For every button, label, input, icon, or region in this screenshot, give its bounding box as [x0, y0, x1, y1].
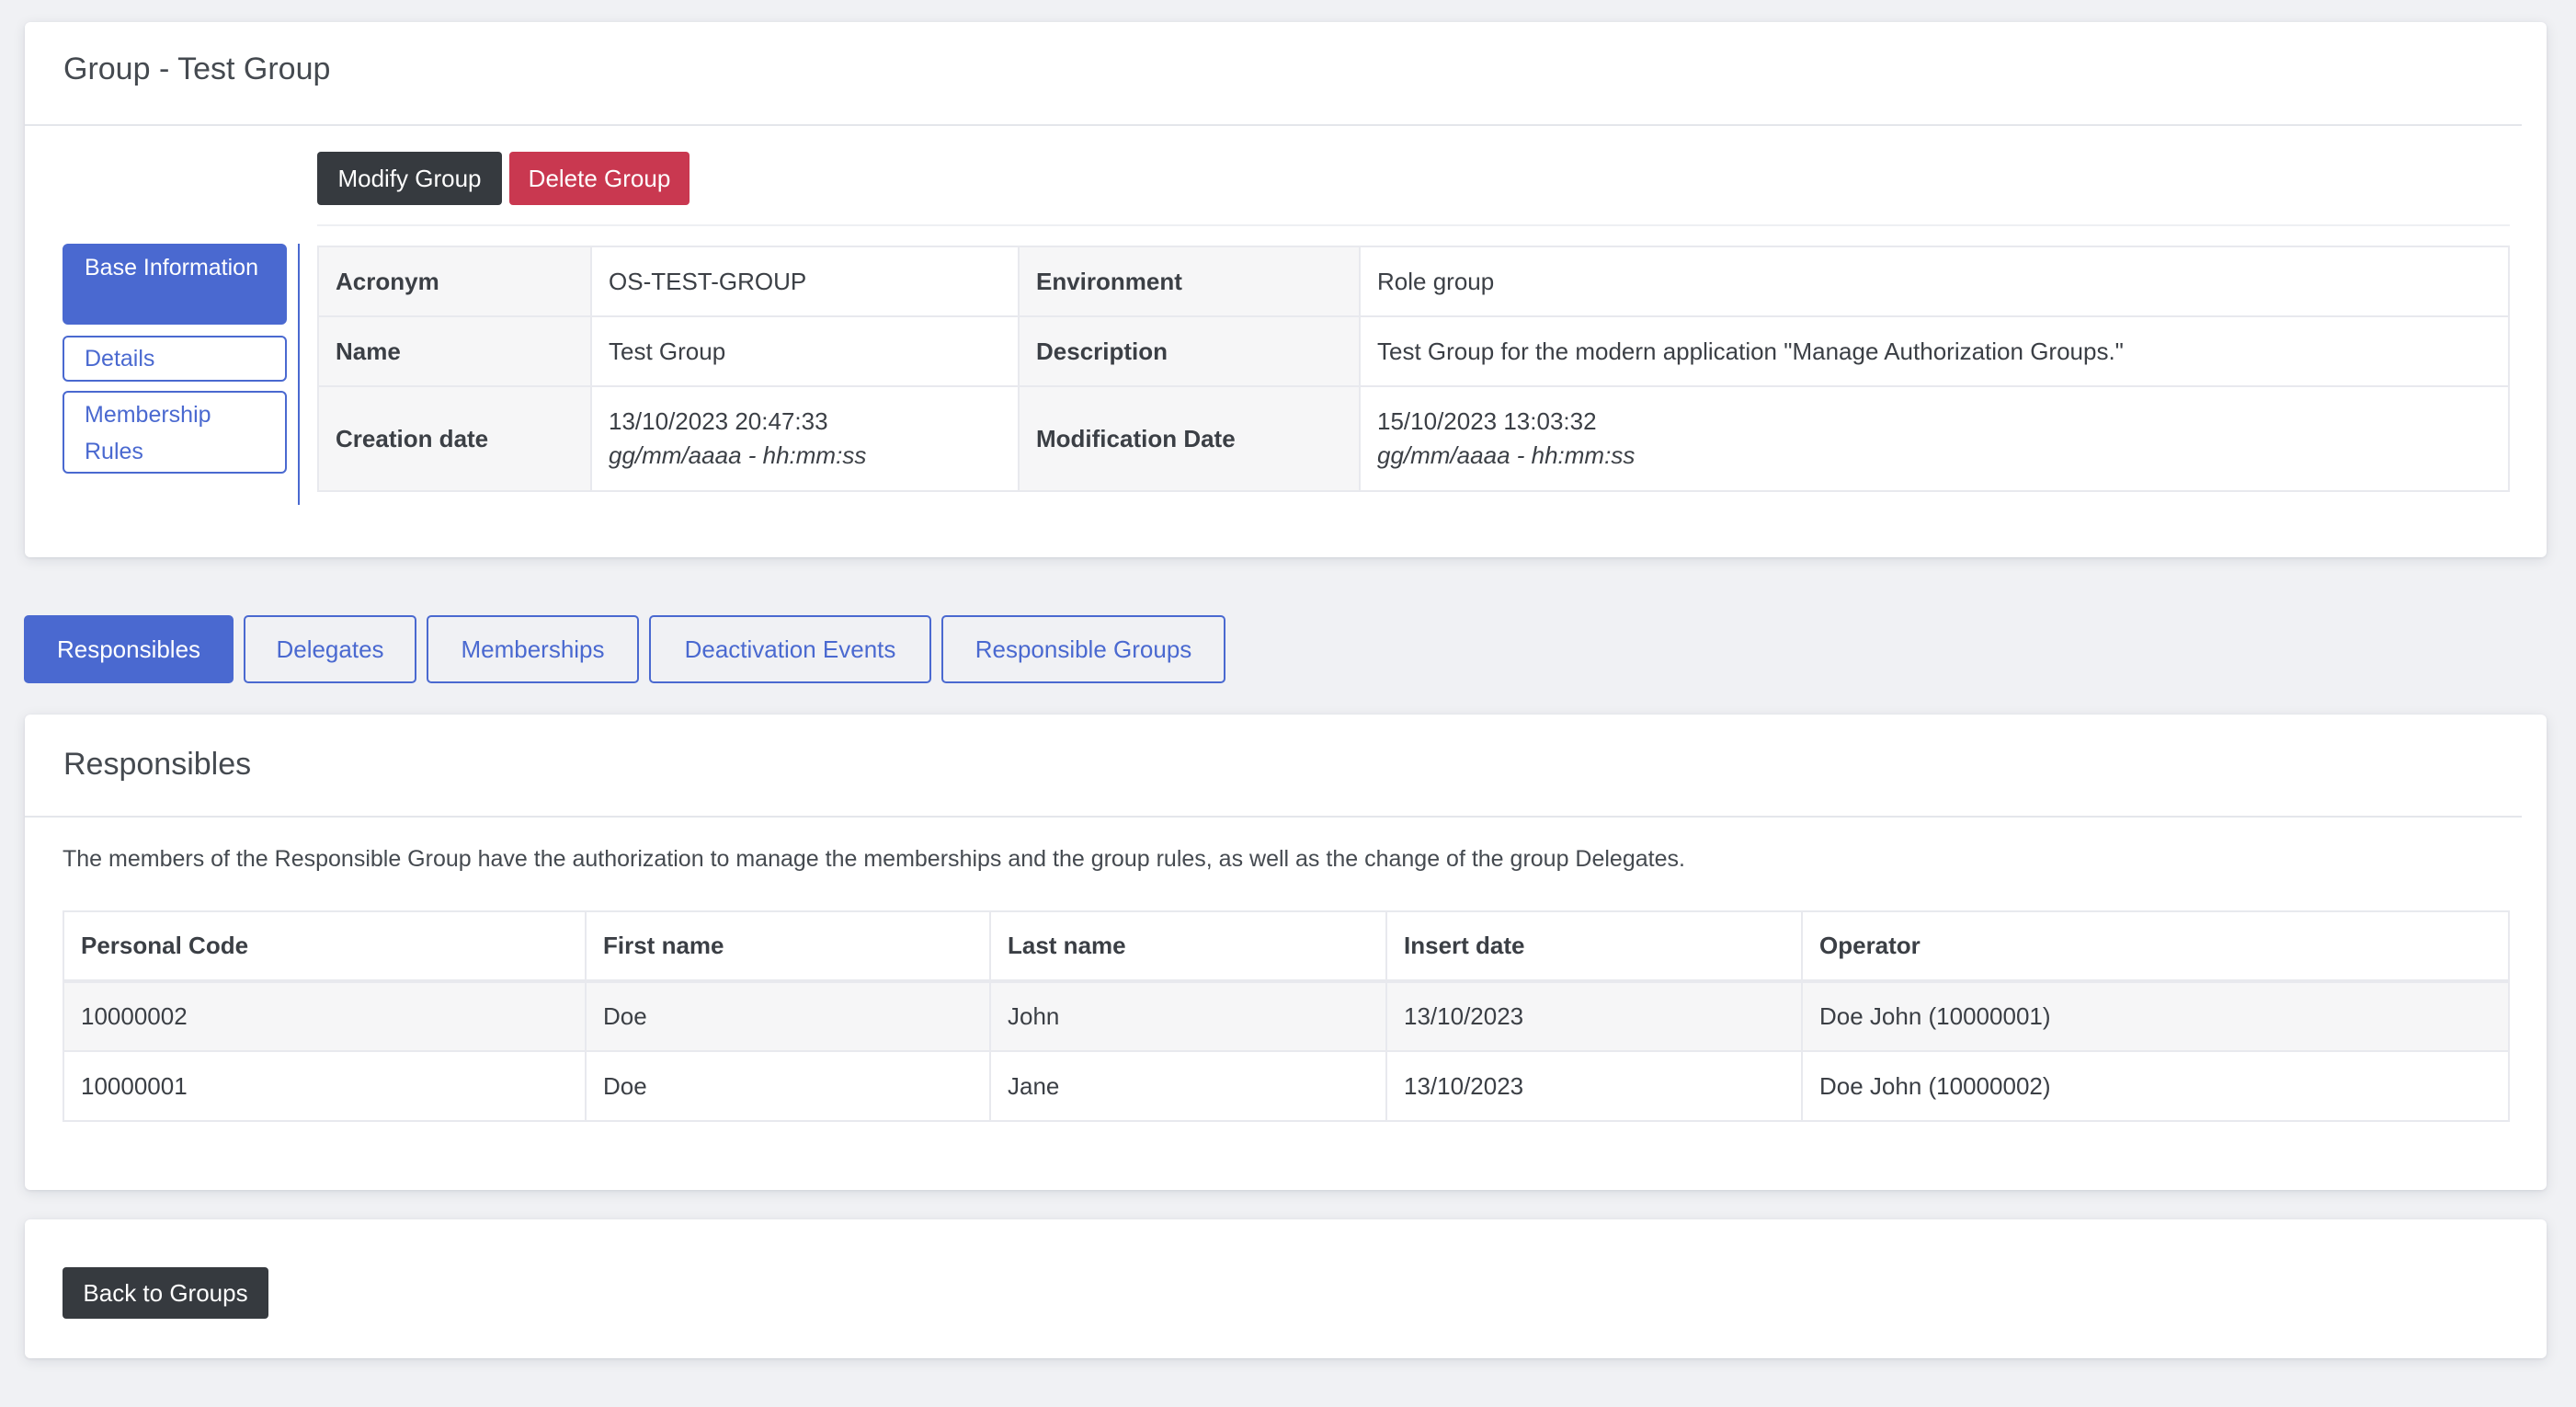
tab-memberships[interactable]: Memberships — [427, 615, 639, 683]
responsibles-title: Responsibles — [63, 747, 252, 782]
table-row: 10000001 Doe Jane 13/10/2023 Doe John (1… — [63, 1050, 2510, 1122]
side-nav-membership-rules[interactable]: Membership Rules — [63, 391, 287, 474]
tab-delegates[interactable]: Delegates — [244, 615, 416, 683]
responsibles-description: The members of the Responsible Group hav… — [63, 846, 1685, 872]
first-name-cell: Doe — [585, 1050, 991, 1122]
modify-group-button[interactable]: Modify Group — [317, 152, 502, 205]
name-value: Test Group — [590, 315, 1020, 387]
last-name-cell: Jane — [989, 1050, 1387, 1122]
modification-date-label: Modification Date — [1018, 385, 1361, 492]
column-header-operator: Operator — [1801, 910, 2510, 982]
responsibles-card: Responsibles The members of the Responsi… — [25, 715, 2547, 1190]
table-row: 10000002 Doe John 13/10/2023 Doe John (1… — [63, 980, 2510, 1052]
personal-code-cell: 10000001 — [63, 1050, 587, 1122]
insert-date-cell: 13/10/2023 — [1385, 1050, 1803, 1122]
page-title: Group - Test Group — [63, 51, 331, 86]
creation-date-label: Creation date — [317, 385, 592, 492]
acronym-value: OS-TEST-GROUP — [590, 246, 1020, 317]
description-label: Description — [1018, 315, 1361, 387]
environment-label: Environment — [1018, 246, 1361, 317]
group-info-table: Acronym OS-TEST-GROUP Environment Role g… — [317, 246, 2510, 492]
info-row: Name Test Group Description Test Group f… — [317, 315, 2510, 387]
operator-cell: Doe John (10000002) — [1801, 1050, 2510, 1122]
modification-date-value: 15/10/2023 13:03:32 — [1377, 407, 1597, 435]
column-header-first-name: First name — [585, 910, 991, 982]
insert-date-cell: 13/10/2023 — [1385, 980, 1803, 1052]
creation-date-value: 13/10/2023 20:47:33 — [609, 407, 828, 435]
first-name-cell: Doe — [585, 980, 991, 1052]
info-row: Creation date 13/10/2023 20:47:33 gg/mm/… — [317, 385, 2510, 492]
creation-date-cell: 13/10/2023 20:47:33 gg/mm/aaaa - hh:mm:s… — [590, 385, 1020, 492]
personal-code-cell: 10000002 — [63, 980, 587, 1052]
table-header-row: Personal Code First name Last name Inser… — [63, 910, 2510, 982]
side-nav-indicator — [298, 244, 300, 505]
tab-responsibles[interactable]: Responsibles — [24, 615, 234, 683]
environment-value: Role group — [1359, 246, 2510, 317]
modification-date-cell: 15/10/2023 13:03:32 gg/mm/aaaa - hh:mm:s… — [1359, 385, 2510, 492]
tab-deactivation-events[interactable]: Deactivation Events — [649, 615, 931, 683]
group-info-card: Group - Test Group Modify Group Delete G… — [25, 22, 2547, 557]
last-name-cell: John — [989, 980, 1387, 1052]
modification-date-format: gg/mm/aaaa - hh:mm:ss — [1377, 441, 1636, 469]
acronym-label: Acronym — [317, 246, 592, 317]
creation-date-format: gg/mm/aaaa - hh:mm:ss — [609, 441, 867, 469]
description-value: Test Group for the modern application "M… — [1359, 315, 2510, 387]
responsibles-table: Personal Code First name Last name Inser… — [63, 910, 2510, 1122]
info-row: Acronym OS-TEST-GROUP Environment Role g… — [317, 246, 2510, 317]
side-nav-base-information[interactable]: Base Information — [63, 244, 287, 325]
column-header-insert-date: Insert date — [1385, 910, 1803, 982]
tab-responsible-groups[interactable]: Responsible Groups — [941, 615, 1225, 683]
operator-cell: Doe John (10000001) — [1801, 980, 2510, 1052]
delete-group-button[interactable]: Delete Group — [509, 152, 690, 205]
column-header-personal-code: Personal Code — [63, 910, 587, 982]
side-nav-details[interactable]: Details — [63, 336, 287, 382]
name-label: Name — [317, 315, 592, 387]
actions-divider — [317, 224, 2510, 226]
back-to-groups-button[interactable]: Back to Groups — [63, 1267, 268, 1319]
column-header-last-name: Last name — [989, 910, 1387, 982]
footer-card: Back to Groups — [25, 1219, 2547, 1358]
card-header-divider — [25, 816, 2522, 818]
card-header-divider — [25, 124, 2522, 126]
